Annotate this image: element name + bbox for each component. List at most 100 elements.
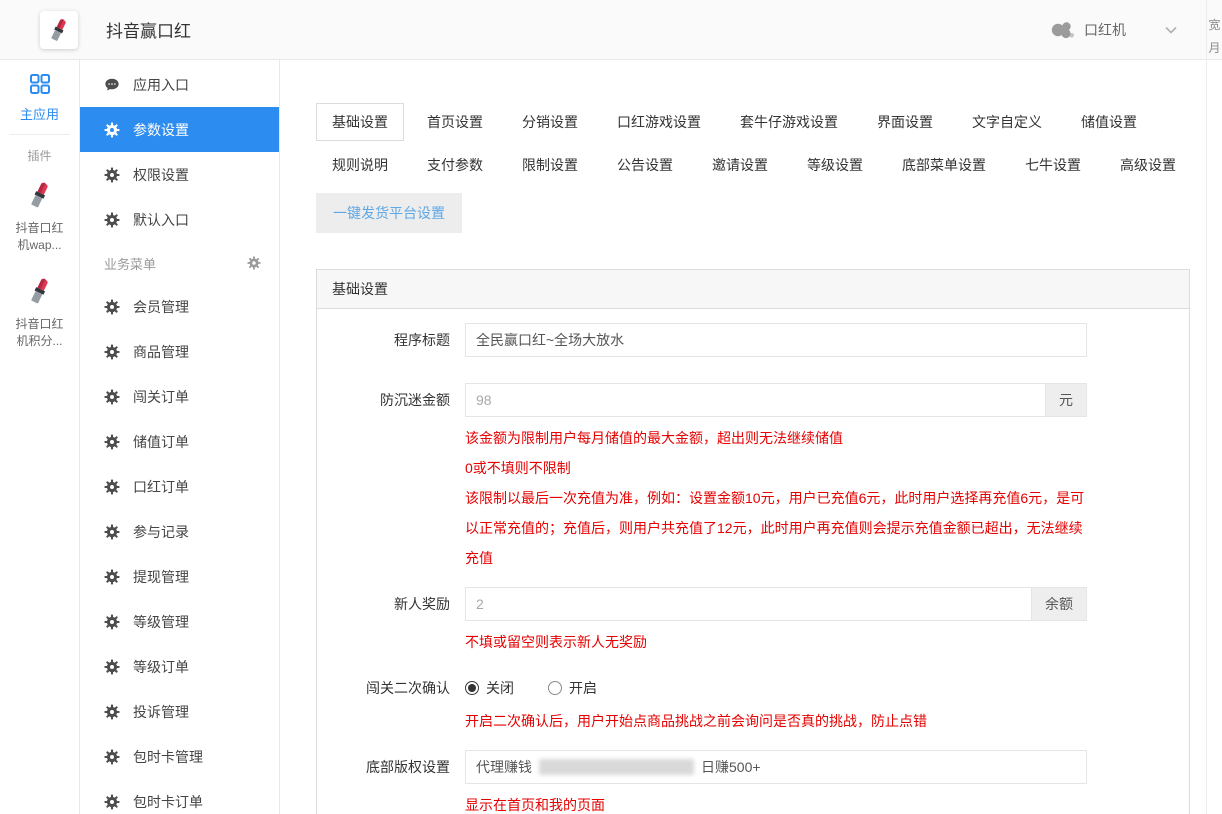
drawer-char: 宽: [1207, 14, 1222, 37]
copyright-input[interactable]: 代理赚钱 日赚500+: [465, 750, 1087, 784]
lipstick-logo-icon: [44, 15, 74, 45]
plugin-name-line: 机积分...: [2, 333, 77, 350]
tab-one-click-shipping-settings[interactable]: 一键发货平台设置: [316, 193, 462, 233]
radio-checked-icon: [465, 681, 479, 695]
sidebar-item-label: 投诉管理: [133, 702, 189, 722]
rail-item-plugin-wap[interactable]: 抖音口红 机wap...: [0, 167, 79, 263]
newcomer-reward-input[interactable]: [466, 588, 1031, 620]
tab-bottom-menu-settings[interactable]: 底部菜单设置: [886, 146, 1002, 184]
gear-icon: [104, 794, 120, 810]
current-app-label: 口红机: [1084, 20, 1126, 40]
tab-advanced-settings[interactable]: 高级设置: [1104, 146, 1192, 184]
tabs-row-1: 基础设置 首页设置 分销设置 口红游戏设置 套牛仔游戏设置 界面设置 文字自定义…: [316, 103, 1190, 141]
anti-addiction-unit-suffix: 元: [1045, 384, 1086, 416]
header-dropdown-toggle[interactable]: [1148, 0, 1194, 59]
current-app-switcher[interactable]: 口红机: [1049, 20, 1126, 40]
program-title-input[interactable]: [466, 324, 1086, 356]
right-drawer-handle[interactable]: 宽 月: [1206, 0, 1222, 814]
sidebar-item-participation-records[interactable]: 参与记录: [80, 509, 279, 554]
gear-icon: [104, 434, 120, 450]
sidebar-item-level-management[interactable]: 等级管理: [80, 599, 279, 644]
form-row-newcomer-reward: 新人奖励 余额 不填或留空则表示新人无奖励: [317, 587, 1189, 657]
tab-text-customization[interactable]: 文字自定义: [956, 103, 1058, 141]
anti-addiction-input-wrap: 元: [465, 383, 1087, 417]
tab-lipstick-game-settings[interactable]: 口红游戏设置: [601, 103, 717, 141]
newcomer-reward-unit-suffix: 余额: [1031, 588, 1086, 620]
redacted-blur-block: [539, 759, 694, 775]
business-menu-label: 业务菜单: [104, 254, 156, 273]
anti-addiction-help-3: 该限制以最后一次充值为准，例如：设置金额10元，用户已充值6元，此时用户选择再充…: [465, 483, 1087, 573]
newcomer-reward-help: 不填或留空则表示新人无奖励: [465, 627, 1087, 657]
rail-item-plugin-points[interactable]: 抖音口红 机积分...: [0, 263, 79, 359]
sidebar-item-permission-settings[interactable]: 权限设置: [80, 152, 279, 197]
tab-limit-settings[interactable]: 限制设置: [506, 146, 594, 184]
sidebar-item-lipstick-orders[interactable]: 口红订单: [80, 464, 279, 509]
sidebar-item-withdrawal-management[interactable]: 提现管理: [80, 554, 279, 599]
anti-addiction-label: 防沉迷金额: [317, 383, 465, 573]
plugin-name-line: 抖音口红: [2, 316, 77, 333]
program-title-input-wrap: [465, 323, 1087, 357]
copyright-label: 底部版权设置: [317, 750, 465, 814]
tab-announcement-settings[interactable]: 公告设置: [601, 146, 689, 184]
sidebar-item-label: 等级管理: [133, 612, 189, 632]
newcomer-reward-label: 新人奖励: [317, 587, 465, 657]
anti-addiction-input[interactable]: [466, 384, 1045, 416]
sidebar-item-label: 商品管理: [133, 342, 189, 362]
radio-option-off[interactable]: 关闭: [465, 678, 514, 698]
tab-interface-settings[interactable]: 界面设置: [861, 103, 949, 141]
rail-item-main-app[interactable]: 主应用: [0, 60, 79, 134]
program-title-label: 程序标题: [317, 323, 465, 357]
tab-distribution-settings[interactable]: 分销设置: [506, 103, 594, 141]
sidebar-item-app-entry[interactable]: 应用入口: [80, 62, 279, 107]
app-window: 抖音赢口红 口红机 宽 月 主应用 插件 抖音口红 机wap...: [0, 0, 1222, 814]
plugin-name-line: 机wap...: [2, 237, 77, 254]
menu-settings-gear-icon[interactable]: [247, 256, 261, 270]
sidebar-item-label: 应用入口: [133, 75, 189, 95]
tab-recharge-settings[interactable]: 储值设置: [1065, 103, 1153, 141]
sidebar-item-parameter-settings[interactable]: 参数设置: [80, 107, 279, 152]
plugins-section-label: 插件: [0, 135, 79, 167]
sidebar-item-label: 包时卡订单: [133, 792, 203, 812]
tab-qiniu-settings[interactable]: 七牛设置: [1009, 146, 1097, 184]
sidebar-item-label: 参数设置: [133, 120, 189, 140]
sidebar-item-level-orders[interactable]: 等级订单: [80, 644, 279, 689]
chat-icon: [104, 77, 120, 93]
sidebar-item-default-entry[interactable]: 默认入口: [80, 197, 279, 242]
tab-payment-params[interactable]: 支付参数: [411, 146, 499, 184]
sidebar-item-member-management[interactable]: 会员管理: [80, 284, 279, 329]
gear-icon: [104, 212, 120, 228]
sidebar-item-label: 提现管理: [133, 567, 189, 587]
gear-icon: [104, 749, 120, 765]
sidebar-item-recharge-orders[interactable]: 储值订单: [80, 419, 279, 464]
sidebar-item-complaint-management[interactable]: 投诉管理: [80, 689, 279, 734]
app-cluster-icon: [1049, 20, 1075, 40]
lipstick-plugin-icon: [23, 178, 57, 212]
tab-bull-catch-game-settings[interactable]: 套牛仔游戏设置: [724, 103, 854, 141]
form-row-anti-addiction: 防沉迷金额 元 该金额为限制用户每月储值的最大金额，超出则无法继续储值 0或不填…: [317, 383, 1189, 573]
tab-invitation-settings[interactable]: 邀请设置: [696, 146, 784, 184]
plugin-name: 抖音口红 机wap...: [2, 220, 77, 254]
tab-home-settings[interactable]: 首页设置: [411, 103, 499, 141]
sidebar-item-timecard-management[interactable]: 包时卡管理: [80, 734, 279, 779]
gear-icon: [104, 299, 120, 315]
tab-basic-settings[interactable]: 基础设置: [316, 103, 404, 141]
sidebar-item-product-management[interactable]: 商品管理: [80, 329, 279, 374]
chevron-down-icon: [1163, 22, 1179, 38]
copyright-value-suffix: 日赚500+: [701, 757, 761, 777]
gear-icon: [104, 704, 120, 720]
challenge-confirm-radio-group: 关闭 开启: [465, 676, 1087, 700]
gear-icon: [104, 167, 120, 183]
sidebar-item-timecard-orders[interactable]: 包时卡订单: [80, 779, 279, 814]
tab-level-settings[interactable]: 等级设置: [791, 146, 879, 184]
panel-body: 程序标题 防沉迷金额 元 该金额为限制用户: [317, 309, 1189, 814]
tab-rules-description[interactable]: 规则说明: [316, 146, 404, 184]
sidebar-item-challenge-orders[interactable]: 闯关订单: [80, 374, 279, 419]
copyright-control: 代理赚钱 日赚500+ 显示在首页和我的页面: [465, 750, 1087, 814]
form-row-copyright: 底部版权设置 代理赚钱 日赚500+ 显示在首页和我的页面: [317, 750, 1189, 814]
sidebar-item-label: 参与记录: [133, 522, 189, 542]
anti-addiction-help-2: 0或不填则不限制: [465, 453, 1087, 483]
radio-option-on[interactable]: 开启: [548, 678, 597, 698]
gear-icon: [104, 569, 120, 585]
anti-addiction-help-1: 该金额为限制用户每月储值的最大金额，超出则无法继续储值: [465, 423, 1087, 453]
header-right: 口红机: [1049, 0, 1222, 59]
